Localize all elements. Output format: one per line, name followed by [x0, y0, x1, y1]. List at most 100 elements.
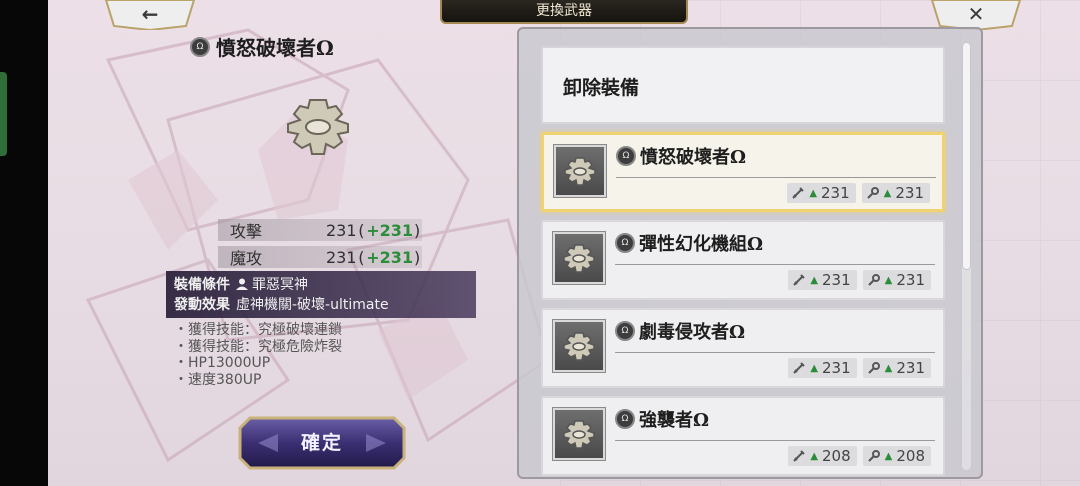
- increase-arrow-icon: ▲: [884, 450, 893, 462]
- game-screen: ← 更換武器 ✕ Ω 憤怒破壞者Ω 攻擊 231 ( +231 ) 魔攻 231…: [0, 0, 1080, 486]
- weapon-item-title: Ω 強襲者Ω: [615, 406, 709, 432]
- wand-icon: [867, 450, 880, 462]
- divider: [616, 177, 936, 178]
- weapon-item-title: Ω 彈性幻化機組Ω: [615, 230, 763, 256]
- magic-value: 208: [896, 447, 925, 465]
- weapon-name: 憤怒破壞者Ω: [216, 36, 334, 60]
- weapon-thumbnail: [552, 231, 606, 285]
- attack-chip: ▲ 208: [788, 446, 857, 466]
- stat-paren-open: (: [358, 220, 365, 240]
- omega-badge-icon: Ω: [190, 36, 210, 57]
- equip-effect-label: 發動效果: [174, 297, 230, 313]
- gear-icon: [563, 420, 595, 449]
- stat-attack-value: 231: [325, 220, 357, 240]
- weapon-thumbnail: [552, 407, 606, 461]
- equip-info-box: 裝備條件 罪惡冥神 發動效果 虛神機關-破壞-ultimate: [166, 271, 476, 318]
- close-icon: ✕: [967, 2, 985, 26]
- attack-value: 231: [821, 184, 850, 202]
- skill-item: ・獲得技能：究極危險炸裂: [174, 338, 342, 355]
- attack-chip: ▲ 231: [787, 183, 856, 203]
- stat-paren-close: ): [414, 247, 421, 267]
- person-icon: [236, 278, 248, 290]
- stat-attack-row: 攻擊 231 ( +231 ): [218, 219, 422, 241]
- weapon-item-name: 劇毒侵攻者Ω: [639, 322, 746, 343]
- omega-badge-icon: Ω: [615, 321, 635, 341]
- weapon-thumbnail: [553, 144, 607, 198]
- skill-item: ・速度380UP: [174, 371, 262, 388]
- sword-icon: [793, 450, 806, 462]
- equip-condition-label: 裝備條件: [174, 277, 230, 293]
- confirm-button[interactable]: 確定: [238, 416, 406, 470]
- attack-chip: ▲ 231: [788, 358, 857, 378]
- omega-badge-icon: Ω: [615, 233, 635, 253]
- wand-icon: [867, 274, 880, 286]
- stat-magic-value: 231: [325, 247, 357, 267]
- divider: [615, 440, 935, 441]
- magic-chip: ▲ 231: [862, 270, 931, 290]
- edge-tab: [0, 72, 7, 156]
- stat-attack-label: 攻擊: [230, 222, 263, 241]
- confirm-label: 確定: [300, 432, 343, 454]
- divider: [615, 352, 935, 353]
- magic-value: 231: [896, 359, 925, 377]
- skill-item: ・HP13000UP: [174, 355, 271, 371]
- attack-value: 231: [822, 359, 851, 377]
- sword-icon: [793, 274, 806, 286]
- weapon-item-stats: ▲ 231 ▲ 231: [787, 183, 930, 203]
- increase-arrow-icon: ▲: [809, 187, 818, 199]
- weapon-item-title: Ω 憤怒破壞者Ω: [616, 143, 746, 169]
- attack-chip: ▲ 231: [788, 270, 857, 290]
- gear-icon: [287, 99, 349, 155]
- weapon-item-stats: ▲ 231 ▲ 231: [788, 358, 931, 378]
- weapon-list-item[interactable]: Ω 強襲者Ω ▲ 208 ▲ 208: [541, 396, 945, 476]
- weapon-list-item[interactable]: Ω 憤怒破壞者Ω ▲ 231 ▲ 231: [541, 132, 945, 212]
- magic-value: 231: [896, 271, 925, 289]
- stat-paren-open: (: [358, 247, 365, 267]
- magic-chip: ▲ 231: [861, 183, 930, 203]
- mecha-background-art: [85, 28, 550, 463]
- magic-chip: ▲ 208: [862, 446, 931, 466]
- weapon-item-name: 憤怒破壞者Ω: [640, 147, 747, 168]
- stat-magic-bonus: +231: [366, 247, 414, 267]
- weapon-item-stats: ▲ 208 ▲ 208: [788, 446, 931, 466]
- attack-value: 208: [822, 447, 851, 465]
- equip-condition-value: 罪惡冥神: [252, 277, 308, 293]
- back-button[interactable]: ←: [104, 0, 196, 30]
- weapon-list-item[interactable]: Ω 劇毒侵攻者Ω ▲ 231 ▲ 231: [541, 308, 945, 388]
- skill-item: ・獲得技能：究極破壞連鎖: [174, 322, 342, 338]
- sword-icon: [793, 362, 806, 374]
- omega-badge-icon: Ω: [616, 146, 636, 166]
- weapon-item-name: 強襲者Ω: [639, 410, 710, 431]
- gear-icon: [564, 157, 596, 186]
- magic-chip: ▲ 231: [862, 358, 931, 378]
- equip-effect: 發動效果 虛神機關-破壞-ultimate: [174, 295, 476, 315]
- scrollbar-thumb[interactable]: [962, 42, 971, 270]
- equip-condition: 裝備條件 罪惡冥神: [174, 275, 476, 295]
- increase-arrow-icon: ▲: [883, 187, 892, 199]
- weapon-list-item[interactable]: Ω 彈性幻化機組Ω ▲ 231 ▲ 231: [541, 220, 945, 300]
- magic-value: 231: [895, 184, 924, 202]
- increase-arrow-icon: ▲: [884, 274, 893, 286]
- close-button[interactable]: ✕: [930, 0, 1022, 30]
- unequip-label: 卸除裝備: [563, 77, 640, 99]
- increase-arrow-icon: ▲: [810, 362, 819, 374]
- unequip-button[interactable]: 卸除裝備: [541, 46, 945, 124]
- weapon-detail-title: Ω 憤怒破壞者Ω: [190, 32, 334, 61]
- divider: [615, 264, 935, 265]
- gear-icon: [563, 332, 595, 361]
- weapon-thumbnail: [552, 319, 606, 373]
- increase-arrow-icon: ▲: [810, 450, 819, 462]
- wand-icon: [867, 362, 880, 374]
- weapon-item-title: Ω 劇毒侵攻者Ω: [615, 318, 745, 344]
- equip-effect-value: 虛神機關-破壞-ultimate: [236, 297, 389, 313]
- weapon-item-name: 彈性幻化機組Ω: [639, 234, 764, 255]
- omega-badge-icon: Ω: [615, 409, 635, 429]
- screen-title: 更換武器: [440, 0, 688, 24]
- stat-paren-close: ): [414, 220, 421, 240]
- wand-icon: [866, 187, 879, 199]
- stat-magic-label: 魔攻: [230, 249, 263, 268]
- screen-bezel: [0, 0, 48, 486]
- weapon-item-stats: ▲ 231 ▲ 231: [788, 270, 931, 290]
- stat-attack-bonus: +231: [366, 220, 414, 240]
- attack-value: 231: [822, 271, 851, 289]
